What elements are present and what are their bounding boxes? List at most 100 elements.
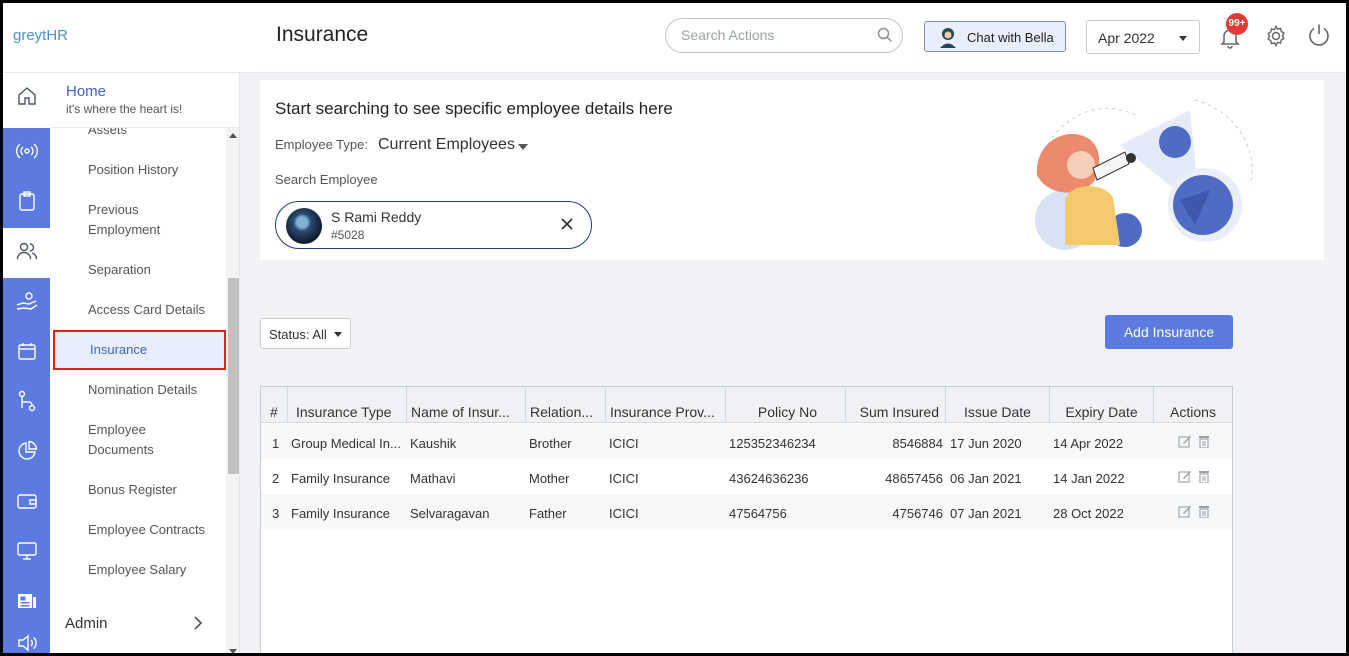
search-employee-label: Search Employee bbox=[275, 172, 378, 187]
search-box[interactable] bbox=[665, 18, 903, 53]
scroll-down-icon[interactable] bbox=[229, 649, 237, 653]
delete-icon[interactable] bbox=[1198, 435, 1210, 453]
menu-item-employee-contracts[interactable]: Employee Contracts bbox=[50, 520, 226, 540]
menu-item-separation[interactable]: Separation bbox=[50, 260, 226, 280]
cell-index: 3 bbox=[272, 506, 280, 521]
cell-issue-date: 06 Jan 2021 bbox=[950, 471, 1022, 486]
col-header-expiry-date[interactable]: Expiry Date bbox=[1049, 387, 1153, 423]
col-header-insurance-provider[interactable]: Insurance Prov... bbox=[605, 387, 725, 423]
scroll-up-icon[interactable] bbox=[229, 133, 237, 138]
cell-index: 2 bbox=[272, 471, 280, 486]
employee-avatar bbox=[286, 208, 322, 244]
rail-tasks[interactable] bbox=[3, 178, 50, 228]
home-section[interactable]: Home it's where the heart is! bbox=[50, 73, 240, 128]
menu-item-bonus-register[interactable]: Bonus Register bbox=[50, 480, 226, 500]
cell-provider: ICICI bbox=[609, 506, 639, 521]
chevron-right-icon[interactable] bbox=[193, 616, 203, 635]
top-header: greytHR Insurance Chat with Bella Apr 20… bbox=[3, 3, 1346, 73]
rail-news[interactable] bbox=[3, 578, 50, 628]
menu-item-insurance[interactable]: Insurance bbox=[53, 330, 226, 370]
delete-icon[interactable] bbox=[1198, 470, 1210, 488]
scroll-thumb[interactable] bbox=[228, 278, 239, 474]
col-header-index[interactable]: # bbox=[270, 387, 286, 423]
col-header-sum-insured[interactable]: Sum Insured bbox=[845, 387, 945, 423]
menu-item-nomination-details[interactable]: Nomination Details bbox=[50, 380, 226, 400]
edit-icon[interactable] bbox=[1178, 470, 1192, 488]
col-header-issue-date[interactable]: Issue Date bbox=[945, 387, 1049, 423]
table-row[interactable]: 2 Family Insurance Mathavi Mother ICICI … bbox=[261, 459, 1232, 494]
icon-rail bbox=[3, 73, 50, 653]
rail-workflow[interactable] bbox=[3, 378, 50, 428]
hand-coins-icon bbox=[15, 291, 39, 316]
cell-policy-no: 43624636236 bbox=[729, 471, 809, 486]
cell-insurance-type: Family Insurance bbox=[291, 471, 390, 486]
edit-icon[interactable] bbox=[1178, 505, 1192, 523]
rail-leave[interactable] bbox=[3, 328, 50, 378]
cell-policy-no: 47564756 bbox=[729, 506, 787, 521]
add-insurance-button[interactable]: Add Insurance bbox=[1105, 315, 1233, 349]
menu-item-previous-employment[interactable]: Previous Employment bbox=[50, 200, 226, 240]
cell-provider: ICICI bbox=[609, 436, 639, 451]
employee-search-card: Start searching to see specific employee… bbox=[260, 80, 1324, 260]
rail-assets[interactable] bbox=[3, 528, 50, 578]
menu-item-employee-documents[interactable]: Employee Documents bbox=[50, 420, 226, 460]
rail-finance[interactable] bbox=[3, 478, 50, 528]
search-icon[interactable] bbox=[877, 27, 893, 48]
employee-menu: Assets Position History Previous Employm… bbox=[50, 128, 226, 608]
rail-engage[interactable] bbox=[3, 128, 50, 178]
employee-type-dropdown[interactable]: Current Employees bbox=[378, 136, 515, 154]
rail-reports[interactable] bbox=[3, 428, 50, 478]
col-header-name-of-insured[interactable]: Name of Insur... bbox=[406, 387, 525, 423]
col-header-actions: Actions bbox=[1153, 387, 1232, 423]
search-input[interactable] bbox=[681, 27, 866, 43]
menu-item-label: Employment bbox=[88, 222, 161, 237]
admin-section[interactable]: Admin bbox=[65, 615, 108, 632]
rail-announce[interactable] bbox=[3, 628, 50, 653]
selected-employee-chip[interactable]: S Rami Reddy #5028 bbox=[275, 201, 592, 249]
menu-item-employee-salary[interactable]: Employee Salary bbox=[50, 560, 226, 580]
menu-item-label: Documents bbox=[88, 442, 154, 457]
edit-icon[interactable] bbox=[1178, 435, 1192, 453]
cell-insurance-type: Family Insurance bbox=[291, 506, 390, 521]
cell-relation: Brother bbox=[529, 436, 572, 451]
col-header-policy-no[interactable]: Policy No bbox=[725, 387, 845, 423]
caret-down-icon[interactable] bbox=[518, 144, 528, 150]
employee-type-label: Employee Type: bbox=[275, 137, 368, 152]
power-icon[interactable] bbox=[1306, 22, 1332, 53]
cell-provider: ICICI bbox=[609, 471, 639, 486]
rail-home[interactable] bbox=[3, 73, 50, 123]
table-row[interactable]: 3 Family Insurance Selvaragavan Father I… bbox=[261, 494, 1232, 529]
month-selector[interactable]: Apr 2022 bbox=[1086, 20, 1200, 54]
menu-scrollbar[interactable] bbox=[226, 128, 239, 653]
broadcast-icon bbox=[15, 141, 39, 166]
page-title: Insurance bbox=[276, 23, 369, 46]
app-frame: greytHR Insurance Chat with Bella Apr 20… bbox=[0, 0, 1349, 656]
cell-sum-insured: 4756746 bbox=[892, 506, 943, 521]
cell-expiry-date: 28 Oct 2022 bbox=[1053, 506, 1124, 521]
table-row[interactable]: 1 Group Medical In... Kaushik Brother IC… bbox=[261, 424, 1232, 459]
bella-avatar-icon bbox=[938, 26, 958, 48]
workflow-icon bbox=[17, 390, 37, 417]
close-icon[interactable] bbox=[560, 217, 574, 236]
cell-name: Selvaragavan bbox=[410, 506, 490, 521]
cell-expiry-date: 14 Jan 2022 bbox=[1053, 471, 1125, 486]
search-card-heading: Start searching to see specific employee… bbox=[275, 99, 673, 118]
gear-icon[interactable] bbox=[1264, 24, 1288, 53]
col-header-insurance-type[interactable]: Insurance Type bbox=[287, 387, 405, 423]
col-header-relation[interactable]: Relation... bbox=[525, 387, 605, 423]
menu-item-access-card-details[interactable]: Access Card Details bbox=[50, 300, 226, 320]
brand-logo[interactable]: greytHR bbox=[13, 27, 68, 44]
rail-payroll[interactable] bbox=[3, 278, 50, 328]
chat-with-bella-button[interactable]: Chat with Bella bbox=[924, 21, 1066, 52]
telescope-illustration bbox=[1025, 90, 1265, 255]
status-filter-value: Status: All bbox=[269, 327, 327, 342]
clipboard-icon bbox=[17, 190, 37, 217]
menu-item-assets[interactable]: Assets bbox=[50, 128, 226, 140]
chevron-down-icon bbox=[334, 332, 342, 337]
rail-employees[interactable] bbox=[3, 228, 50, 278]
cell-issue-date: 17 Jun 2020 bbox=[950, 436, 1022, 451]
cell-relation: Father bbox=[529, 506, 567, 521]
delete-icon[interactable] bbox=[1198, 505, 1210, 523]
menu-item-position-history[interactable]: Position History bbox=[50, 160, 226, 180]
status-filter-dropdown[interactable]: Status: All bbox=[260, 318, 351, 349]
